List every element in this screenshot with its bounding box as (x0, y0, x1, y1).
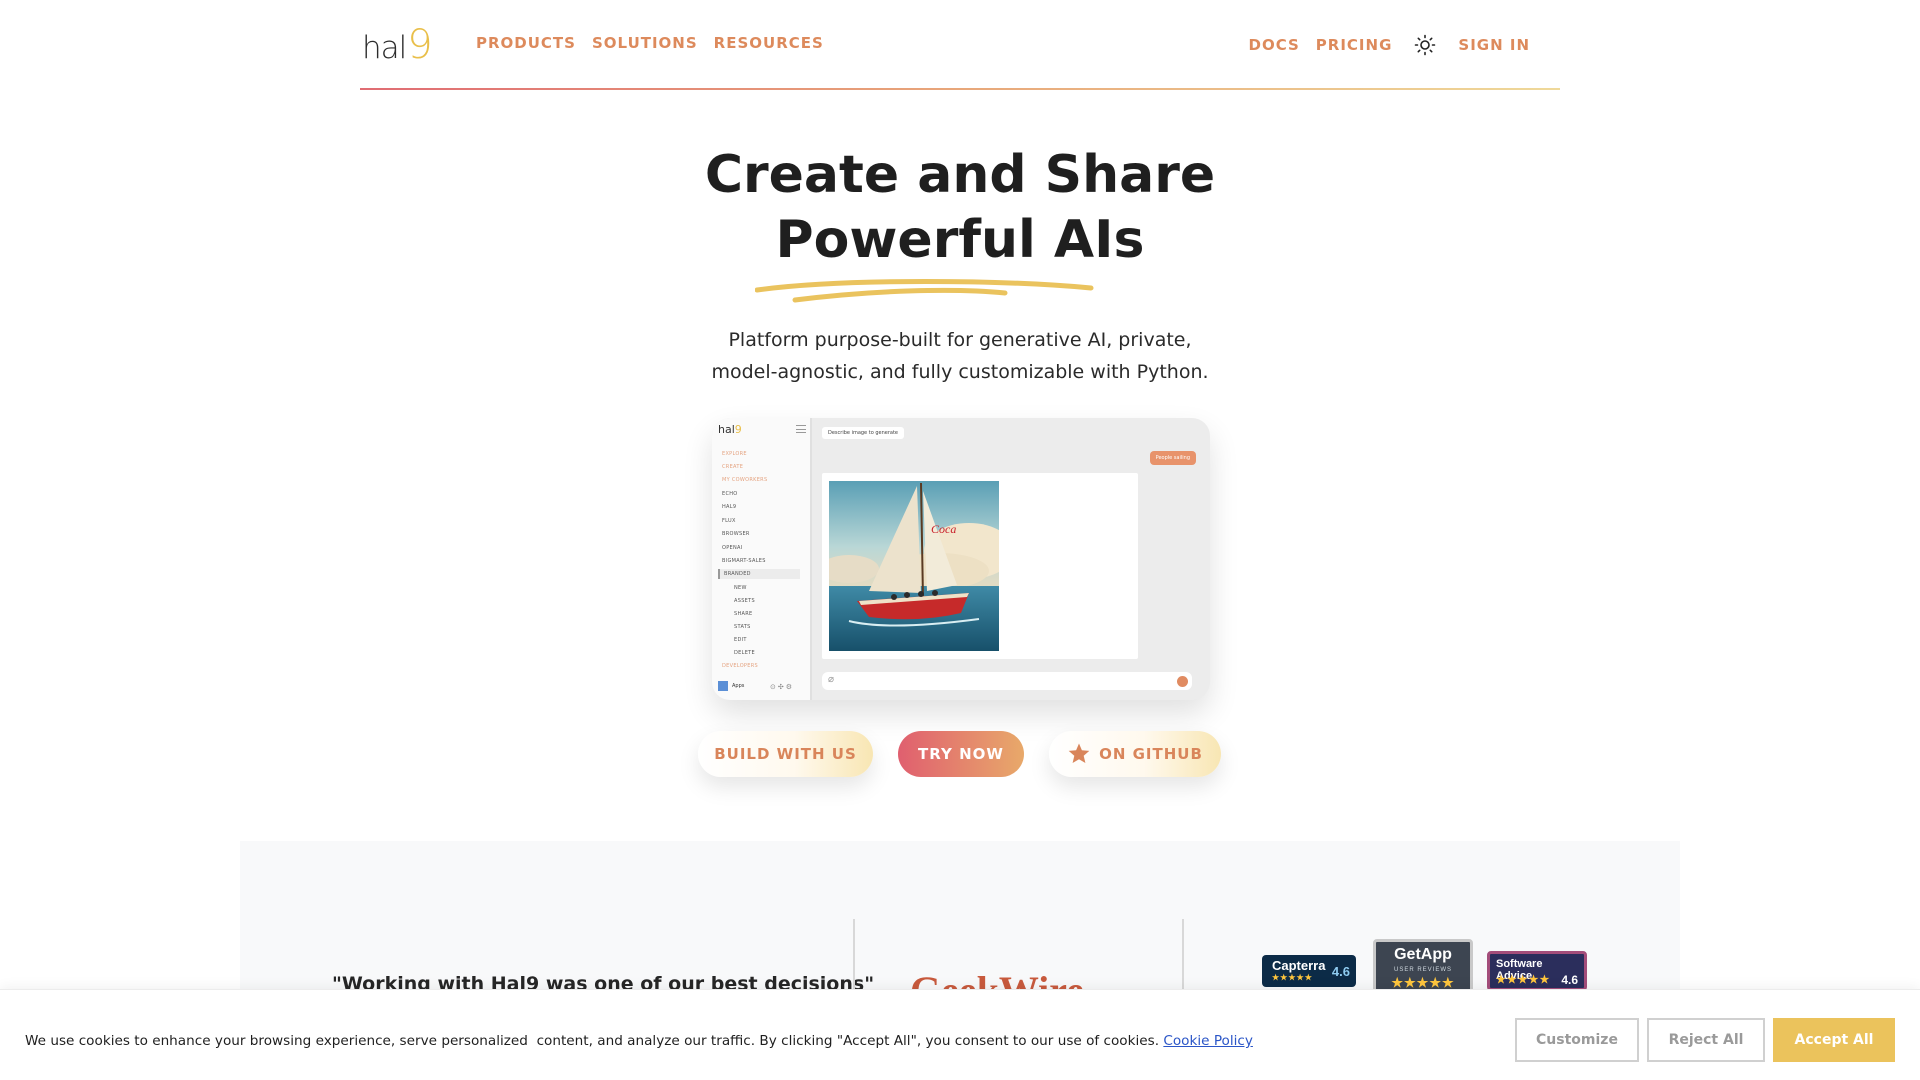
preview-app-item: ECHO (722, 491, 738, 497)
preview-result-card: Coca (822, 473, 1138, 659)
sun-icon[interactable] (1412, 34, 1438, 56)
preview-footer-icons: ⊙✣⚙ (770, 683, 795, 691)
apps-icon (718, 681, 728, 691)
preview-sub-item: NEW (734, 585, 747, 591)
preview-prompt: Describe image to generate (822, 427, 904, 439)
software-advice-badge[interactable]: Software Advice. ★★★★★ 4.6 (1487, 951, 1587, 991)
preview-pill: People sailing (1149, 451, 1196, 465)
paperclip-icon: ⌀ (828, 674, 835, 685)
preview-app-item: OPENAI (722, 545, 743, 551)
preview-sub-item: ASSETS (734, 598, 755, 604)
build-with-us-button[interactable]: BUILD WITH US (698, 731, 873, 777)
getapp-badge-name: GetApp (1394, 946, 1452, 963)
github-button[interactable]: ON GITHUB (1049, 731, 1221, 777)
accept-all-button[interactable]: Accept All (1773, 1018, 1895, 1062)
preview-logo-text: hal (718, 423, 735, 436)
preview-my-coworkers: MY COWORKERS (722, 477, 768, 483)
preview-explore: EXPLORE (722, 451, 747, 457)
preview-app-item-selected: BRANDED (718, 569, 800, 579)
hal9-logo[interactable]: hal 9 (362, 22, 433, 68)
nav-resources-link[interactable]: RESOURCES (714, 34, 824, 52)
preview-sidebar: hal9 EXPLORE CREATE MY COWORKERS ECHO HA… (712, 418, 812, 700)
nav-solutions-link[interactable]: SOLUTIONS (592, 34, 698, 52)
rating-stars-icon: ★★★★★ (1272, 973, 1313, 982)
preview-app-item: BROWSER (722, 531, 750, 537)
cookie-policy-link[interactable]: Cookie Policy (1163, 1033, 1253, 1049)
nav-links-left: PRODUCTS SOLUTIONS RESOURCES (476, 34, 824, 52)
logo-mark: 9 (407, 22, 432, 68)
logo-text: hal (362, 30, 407, 66)
reject-all-button[interactable]: Reject All (1647, 1018, 1765, 1062)
preview-sub-item: EDIT (734, 637, 747, 643)
cookie-message: We use cookies to enhance your browsing … (25, 1033, 1253, 1049)
rating-stars-icon: ★★★★★ (1496, 974, 1551, 986)
hero-title-line2: Powerful AIs (775, 210, 1145, 270)
preview-app-item: HAL9 (722, 504, 737, 510)
capterra-badge-name: Capterra (1272, 958, 1326, 973)
preview-logo: hal9 (718, 423, 742, 436)
try-now-button[interactable]: TRY NOW (898, 731, 1024, 777)
star-icon (1068, 743, 1090, 763)
title-underline-decoration (755, 279, 1094, 303)
nav-products-link[interactable]: PRODUCTS (476, 34, 576, 52)
menu-icon (796, 425, 806, 433)
hero-title: Create and Share Powerful AIs (560, 143, 1360, 273)
github-button-label: ON GITHUB (1099, 745, 1203, 763)
preview-developers: DEVELOPERS (722, 663, 758, 669)
nav-links-right: DOCS PRICING SIGN IN (1249, 34, 1531, 56)
hero-title-line1: Create and Share (704, 145, 1216, 205)
capterra-badge[interactable]: Capterra 4.6 ★★★★★ (1262, 955, 1356, 987)
preview-chat-input: ⌀ (822, 672, 1192, 690)
app-preview-screenshot: hal9 EXPLORE CREATE MY COWORKERS ECHO HA… (712, 418, 1210, 700)
getapp-badge-sub: USER REVIEWS (1393, 967, 1452, 973)
software-advice-badge-score: 4.6 (1561, 973, 1578, 987)
nav-divider (360, 88, 1560, 90)
customize-button[interactable]: Customize (1515, 1018, 1639, 1062)
sailboat-image: Coca (829, 481, 999, 651)
preview-app-item: FLUX (722, 518, 736, 524)
send-icon (1177, 676, 1188, 687)
cookie-message-text: We use cookies to enhance your browsing … (25, 1033, 1164, 1049)
preview-sub-item: SHARE (734, 611, 753, 617)
preview-app-item: BIGMART-SALES (722, 558, 766, 564)
hero-subtitle: Platform purpose-built for generative AI… (711, 329, 1209, 383)
nav-pricing-link[interactable]: PRICING (1316, 36, 1393, 54)
preview-sub-item: DELETE (734, 650, 755, 656)
preview-create: CREATE (722, 464, 744, 470)
preview-footer-apps: Apps (718, 681, 744, 691)
preview-footer-apps-label: Apps (732, 683, 745, 689)
top-nav: hal 9 PRODUCTS SOLUTIONS RESOURCES DOCS P… (360, 0, 1560, 90)
preview-logo-mark: 9 (734, 423, 742, 436)
capterra-badge-score: 4.6 (1331, 964, 1350, 979)
nav-docs-link[interactable]: DOCS (1249, 36, 1300, 54)
svg-text:Coca: Coca (931, 522, 956, 536)
sign-in-link[interactable]: SIGN IN (1458, 36, 1530, 54)
preview-sub-item: STATS (734, 624, 751, 630)
